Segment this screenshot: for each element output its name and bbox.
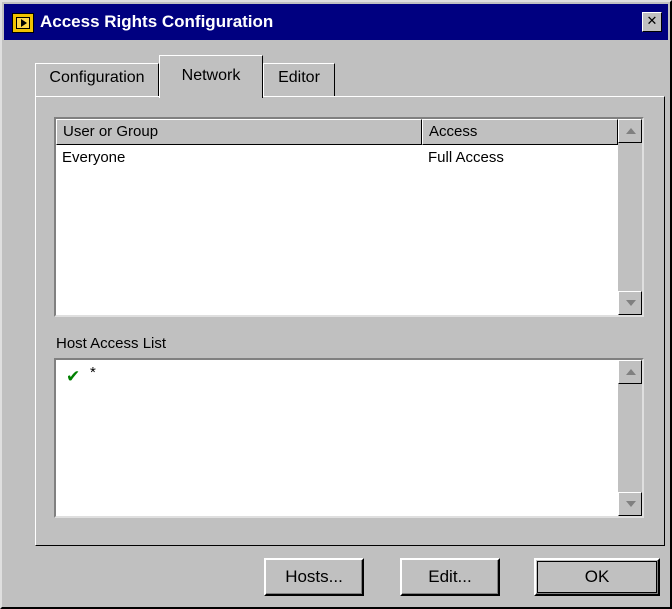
ok-button[interactable]: OK <box>534 558 660 596</box>
tab-network[interactable]: Network <box>159 55 263 98</box>
edit-button[interactable]: Edit... <box>400 558 500 596</box>
scroll-down-button[interactable] <box>618 291 642 315</box>
host-access-list[interactable]: ✔ * <box>54 358 644 518</box>
column-header-user[interactable]: User or Group <box>56 119 422 145</box>
checkmark-icon: ✔ <box>66 367 81 387</box>
scroll-up-button[interactable] <box>618 360 642 384</box>
tab-editor[interactable]: Editor <box>263 63 335 96</box>
title-bar[interactable]: Access Rights Configuration ✕ <box>4 4 668 40</box>
scroll-up-button[interactable] <box>618 119 642 143</box>
access-table-scrollbar[interactable] <box>618 119 642 315</box>
host-entry[interactable]: * <box>90 364 96 382</box>
host-list-scrollbar[interactable] <box>618 360 642 516</box>
column-header-access[interactable]: Access <box>422 119 618 145</box>
dialog-window: Access Rights Configuration ✕ Configurat… <box>0 0 672 609</box>
table-cell-user[interactable]: Everyone <box>62 149 125 167</box>
tab-panel-network: User or Group Access Everyone Full Acces… <box>35 96 665 546</box>
close-button[interactable]: ✕ <box>642 12 662 32</box>
labview-app-icon <box>12 13 34 33</box>
tab-configuration[interactable]: Configuration <box>35 63 159 96</box>
table-cell-access[interactable]: Full Access <box>428 149 504 167</box>
hosts-button[interactable]: Hosts... <box>264 558 364 596</box>
scroll-down-button[interactable] <box>618 492 642 516</box>
host-access-list-label: Host Access List <box>56 335 167 352</box>
window-title: Access Rights Configuration <box>40 12 274 31</box>
access-table[interactable]: User or Group Access Everyone Full Acces… <box>54 117 644 317</box>
